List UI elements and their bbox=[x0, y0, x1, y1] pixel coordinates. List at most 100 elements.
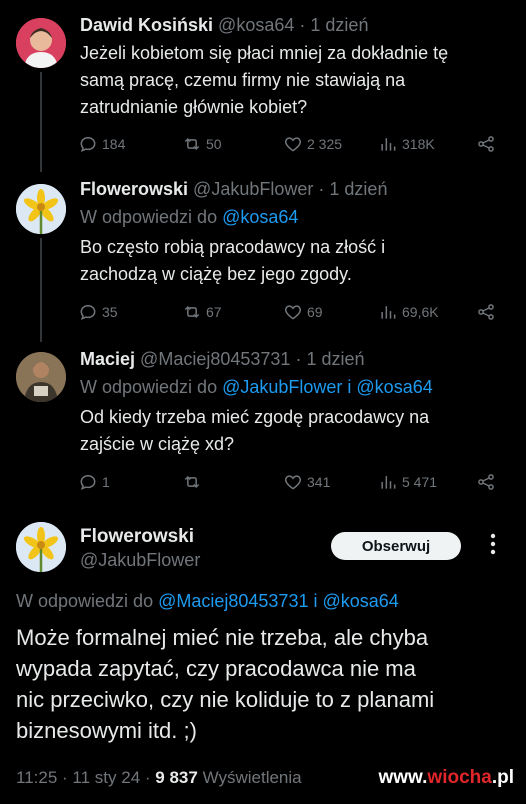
retweet-button[interactable] bbox=[182, 472, 206, 492]
reply-mention-link[interactable]: @Maciej80453731 i @kosa64 bbox=[158, 591, 399, 611]
tweet-text: Bo często robią pracodawcy na złość i za… bbox=[80, 234, 510, 288]
heart-icon bbox=[284, 475, 302, 490]
share-icon bbox=[478, 474, 494, 490]
views-button[interactable]: 69,6K bbox=[378, 302, 439, 322]
tweet-text: Od kiedy trzeba mieć zgodę pracodawcy na… bbox=[80, 404, 510, 458]
tweet-actions: 184 50 2 325 318K bbox=[78, 134, 508, 158]
retweet-button[interactable]: 50 bbox=[182, 134, 222, 154]
tweet-actions: 35 67 69 69,6K bbox=[78, 302, 508, 326]
retweet-button[interactable]: 67 bbox=[182, 302, 222, 322]
reply-prefix: W odpowiedzi do bbox=[16, 591, 154, 611]
author-name[interactable]: Maciej bbox=[80, 349, 135, 369]
author-name[interactable]: Dawid Kosiński bbox=[80, 15, 213, 35]
share-button[interactable] bbox=[476, 302, 496, 322]
reply-context: W odpowiedzi do @JakubFlower i @kosa64 bbox=[80, 376, 433, 398]
main-author-handle[interactable]: @JakubFlower bbox=[80, 550, 200, 571]
reply-button[interactable]: 184 bbox=[78, 134, 125, 154]
retweet-icon bbox=[184, 475, 200, 489]
share-button[interactable] bbox=[476, 472, 496, 492]
reply-button[interactable]: 35 bbox=[78, 302, 118, 322]
views-icon bbox=[381, 138, 396, 151]
like-count: 69 bbox=[307, 304, 323, 320]
thread-line bbox=[40, 72, 42, 172]
share-icon bbox=[478, 136, 494, 152]
main-text-line: Może formalnej mieć nie trzeba, ale chyb… bbox=[16, 625, 429, 650]
tweet-header: Dawid Kosiński @kosa64 · 1 dzień bbox=[80, 14, 368, 36]
reply-count: 1 bbox=[102, 474, 110, 490]
retweet-icon bbox=[184, 137, 200, 151]
avatar-maciej[interactable] bbox=[16, 352, 66, 402]
reply-mention-link[interactable]: @kosa64 bbox=[222, 207, 298, 227]
views-count: 5 471 bbox=[402, 474, 438, 490]
person-avatar-icon bbox=[16, 18, 66, 68]
reply-context: W odpowiedzi do @kosa64 bbox=[80, 206, 298, 228]
reply-icon bbox=[80, 136, 96, 153]
main-tweet-text: Może formalnej mieć nie trzeba, ale chyb… bbox=[16, 622, 510, 746]
tweet-text-line: zachodzą w ciążę bez jego zgody. bbox=[80, 264, 352, 284]
separator: · bbox=[144, 768, 151, 787]
tweet-maciej[interactable]: Maciej @Maciej80453731 · 1 dzień W odpow… bbox=[0, 340, 526, 510]
main-reply-context: W odpowiedzi do @Maciej80453731 i @kosa6… bbox=[16, 591, 399, 612]
reply-prefix: W odpowiedzi do bbox=[80, 377, 218, 397]
avatar-jakubflower[interactable] bbox=[16, 184, 66, 234]
author-name[interactable]: Flowerowski bbox=[80, 179, 188, 199]
like-button[interactable]: 69 bbox=[283, 302, 323, 322]
more-options-icon[interactable] bbox=[490, 532, 496, 556]
tweet-text-line: Bo często robią pracodawcy na złość i bbox=[80, 237, 386, 257]
author-handle[interactable]: @Maciej80453731 bbox=[140, 349, 290, 369]
avatar-kosa64[interactable] bbox=[16, 18, 66, 68]
like-button[interactable]: 341 bbox=[283, 472, 330, 492]
reply-icon bbox=[80, 474, 96, 491]
tweet-time[interactable]: 1 dzień bbox=[310, 15, 368, 35]
watermark-prefix: www. bbox=[378, 767, 428, 788]
reply-prefix: W odpowiedzi do bbox=[80, 207, 218, 227]
tweet-time[interactable]: 1 dzień bbox=[329, 179, 387, 199]
tweet-header: Maciej @Maciej80453731 · 1 dzień bbox=[80, 348, 365, 370]
reply-mention-link[interactable]: @JakubFlower i @kosa64 bbox=[222, 377, 433, 397]
site-watermark: www. wiocha .pl bbox=[345, 762, 526, 794]
tweet-jakubflower[interactable]: Flowerowski @JakubFlower · 1 dzień W odp… bbox=[0, 170, 526, 342]
separator: · bbox=[299, 15, 306, 35]
share-button[interactable] bbox=[476, 134, 496, 154]
separator: · bbox=[295, 349, 302, 369]
avatar-main-jakubflower[interactable] bbox=[16, 522, 66, 572]
post-time[interactable]: 11:25 bbox=[16, 768, 57, 787]
like-count: 2 325 bbox=[307, 136, 343, 152]
retweet-count: 50 bbox=[206, 136, 222, 152]
main-text-line: biznesowymi itd. ;) bbox=[16, 718, 197, 743]
follow-button[interactable]: Obserwuj bbox=[331, 532, 461, 560]
views-label: Wyświetlenia bbox=[202, 768, 302, 787]
author-handle[interactable]: @JakubFlower bbox=[193, 179, 313, 199]
flower-avatar-icon bbox=[16, 184, 66, 234]
tweet-text-line: Od kiedy trzeba mieć zgodę pracodawcy na bbox=[80, 407, 430, 427]
reply-count: 184 bbox=[102, 136, 126, 152]
views-count: 318K bbox=[402, 136, 435, 152]
post-date[interactable]: 11 sty 24 bbox=[72, 768, 140, 787]
separator: · bbox=[318, 179, 325, 199]
tweet-text-line: Jeżeli kobietom się płaci mniej za dokła… bbox=[80, 43, 449, 63]
main-text-line: nic przeciwko, czy nie koliduje to z pla… bbox=[16, 687, 435, 712]
watermark-brand: wiocha bbox=[427, 767, 492, 788]
share-icon bbox=[478, 304, 494, 320]
main-text-line: wypada zapytać, czy pracodawca nie ma bbox=[16, 656, 416, 681]
heart-icon bbox=[284, 305, 302, 320]
views-button[interactable]: 5 471 bbox=[378, 472, 437, 492]
retweet-icon bbox=[184, 305, 200, 319]
tweet-kosa64[interactable]: Dawid Kosiński @kosa64 · 1 dzień Jeżeli … bbox=[0, 0, 526, 172]
watermark-suffix: .pl bbox=[491, 767, 514, 788]
reply-count: 35 bbox=[102, 304, 118, 320]
heart-icon bbox=[284, 137, 302, 152]
flower-avatar-icon bbox=[16, 522, 66, 572]
thread-line bbox=[40, 238, 42, 342]
like-count: 341 bbox=[307, 474, 331, 490]
tweet-actions: 1 341 5 471 bbox=[78, 472, 508, 496]
tweet-time[interactable]: 1 dzień bbox=[306, 349, 364, 369]
views-button[interactable]: 318K bbox=[378, 134, 435, 154]
author-handle[interactable]: @kosa64 bbox=[218, 15, 294, 35]
reply-button[interactable]: 1 bbox=[78, 472, 110, 492]
views-count: 69,6K bbox=[402, 304, 439, 320]
person-avatar-icon bbox=[16, 352, 66, 402]
tweet-text: Jeżeli kobietom się płaci mniej za dokła… bbox=[80, 40, 510, 121]
main-author-name[interactable]: Flowerowski bbox=[80, 526, 194, 548]
like-button[interactable]: 2 325 bbox=[283, 134, 342, 154]
